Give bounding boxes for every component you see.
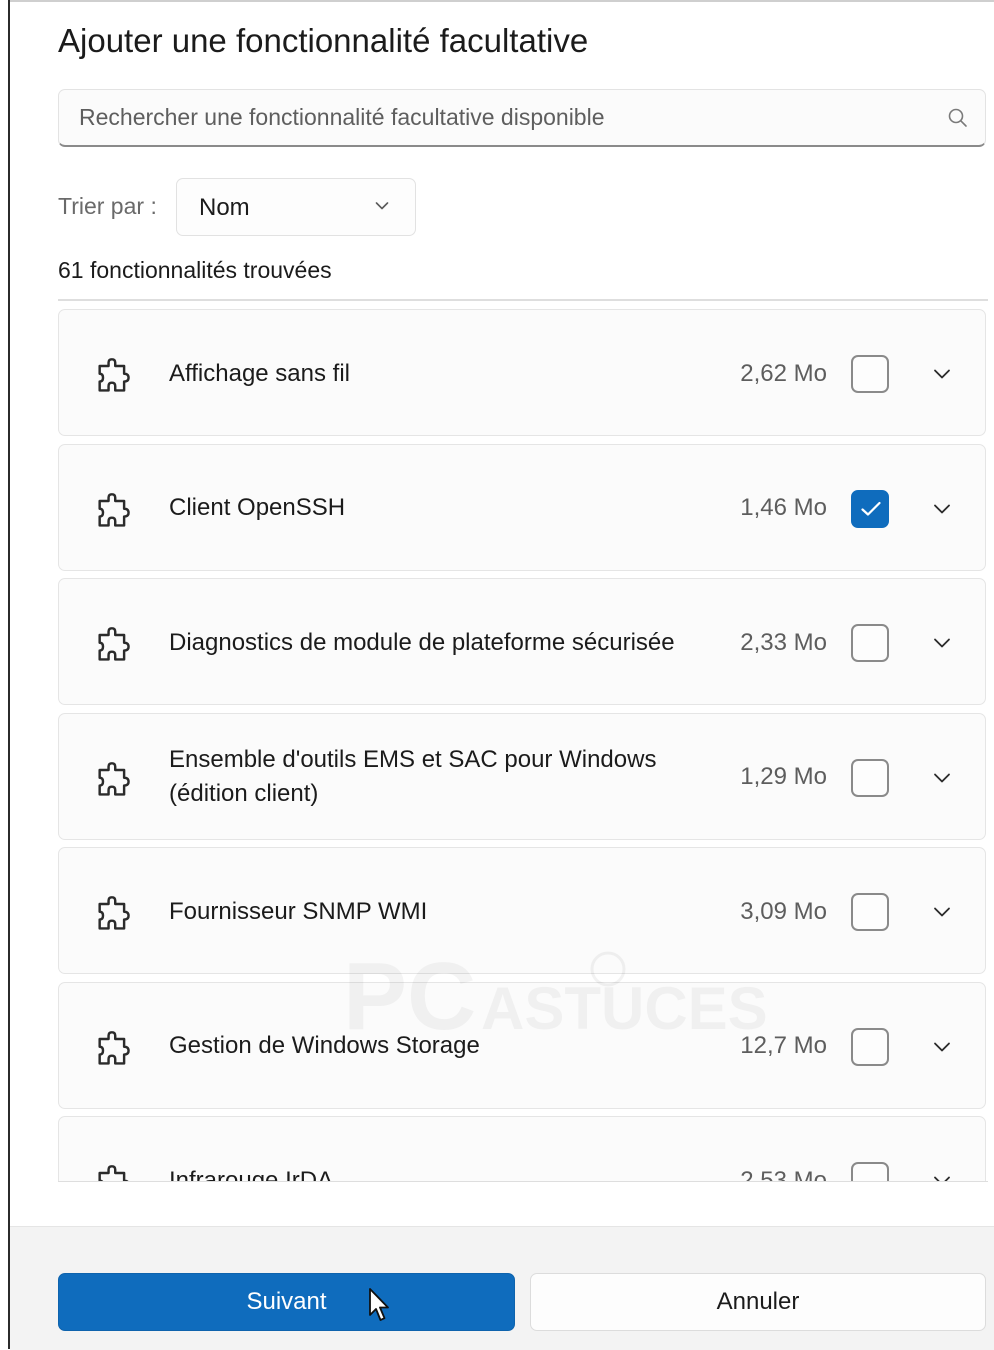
chevron-down-icon[interactable] [933, 503, 951, 515]
feature-size: 1,46 Mo [740, 494, 827, 521]
search-box[interactable] [58, 89, 986, 147]
results-count: 61 fonctionnalités trouvées [58, 257, 332, 283]
feature-card[interactable]: Client OpenSSH 1,46 Mo [58, 443, 986, 571]
next-button[interactable]: Suivant [58, 1273, 515, 1331]
dialog-title: Ajouter une fonctionnalité facultative [58, 22, 589, 59]
feature-checkbox[interactable] [851, 758, 889, 797]
window-top-border [10, 0, 994, 2]
feature-size: 12,7 Mo [740, 1032, 827, 1059]
chevron-down-icon [375, 202, 389, 210]
chevron-down-icon[interactable] [933, 1041, 951, 1053]
puzzle-piece-icon [98, 1030, 130, 1065]
chevron-down-icon[interactable] [933, 637, 951, 649]
search-icon[interactable] [947, 107, 969, 129]
feature-name: Client OpenSSH [169, 494, 346, 521]
feature-size: 1,29 Mo [740, 763, 827, 790]
mouse-cursor-icon [369, 1288, 389, 1321]
puzzle-piece-icon [98, 358, 130, 392]
feature-size: 2,62 Mo [740, 359, 827, 387]
checkmark-icon [861, 501, 881, 516]
feature-name: Affichage sans fil [169, 359, 350, 387]
chevron-down-icon[interactable] [933, 772, 951, 784]
feature-name: Gestion de Windows Storage [169, 1032, 480, 1059]
chevron-down-icon[interactable] [933, 906, 951, 918]
sort-selected-value: Nom [199, 194, 250, 221]
feature-card[interactable]: Gestion de Windows Storage 12,7 Mo [58, 981, 986, 1109]
chevron-down-icon[interactable] [933, 368, 951, 380]
feature-checkbox[interactable] [851, 489, 889, 528]
feature-card[interactable]: Fournisseur SNMP WMI 3,09 Mo [58, 847, 986, 974]
feature-name: Infrarouge IrDA [169, 1166, 334, 1182]
feature-size: 2,33 Mo [740, 628, 827, 656]
feature-name: Ensemble d'outils EMS et SAC pour Window… [169, 746, 657, 807]
puzzle-piece-icon [98, 627, 130, 661]
feature-checkbox[interactable] [851, 893, 889, 931]
feature-card[interactable]: Affichage sans fil 2,62 Mo [58, 309, 986, 436]
puzzle-piece-icon [98, 1165, 129, 1181]
puzzle-piece-icon [98, 492, 130, 527]
feature-checkbox[interactable] [851, 1027, 889, 1066]
feature-size: 3,09 Mo [740, 897, 827, 925]
dialog-footer: Suivant Annuler [10, 1226, 994, 1350]
cancel-button[interactable]: Annuler [530, 1273, 986, 1331]
chevron-down-icon[interactable] [933, 1175, 951, 1182]
feature-name: Fournisseur SNMP WMI [169, 897, 428, 925]
puzzle-piece-icon [98, 761, 130, 796]
feature-checkbox[interactable] [851, 624, 889, 662]
feature-card[interactable]: Diagnostics de module de plateforme sécu… [58, 578, 986, 705]
sort-dropdown[interactable]: Nom [176, 178, 416, 236]
feature-size: 2,53 Mo [740, 1166, 827, 1182]
search-input[interactable] [59, 90, 919, 144]
feature-list[interactable]: Affichage sans fil 2,62 Mo Client OpenSSH 1… [58, 299, 988, 1182]
feature-checkbox[interactable] [851, 355, 889, 393]
feature-card[interactable]: Ensemble d'outils EMS et SAC pour Window… [58, 712, 986, 840]
feature-card[interactable]: Infrarouge IrDA 2,53 Mo [58, 1116, 986, 1182]
feature-name: Diagnostics de module de plateforme sécu… [169, 628, 675, 656]
puzzle-piece-icon [98, 896, 130, 930]
window-frame-edge [0, 0, 10, 1349]
sort-label: Trier par : [58, 193, 157, 219]
feature-checkbox[interactable] [851, 1162, 889, 1181]
